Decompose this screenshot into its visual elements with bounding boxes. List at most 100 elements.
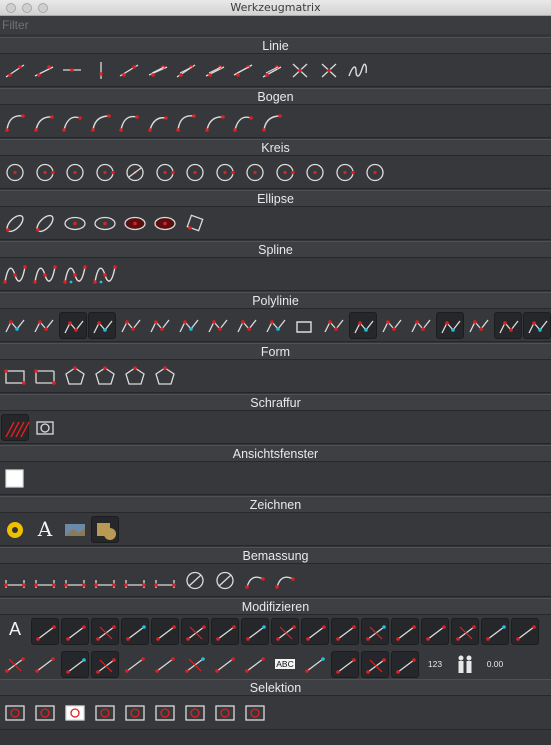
mod-divide-tool[interactable] (391, 618, 419, 645)
section-header-polylinie[interactable]: Polylinie (0, 292, 551, 309)
arc-fillet-tool[interactable] (258, 108, 286, 135)
section-header-ellipse[interactable]: Ellipse (0, 190, 551, 207)
mod-break-tool[interactable] (421, 618, 449, 645)
mod-move-tool[interactable] (31, 618, 59, 645)
mod-group-tool[interactable] (391, 651, 419, 678)
polyline-add-node-tool[interactable] (59, 312, 87, 339)
polyline-taper-tool[interactable] (407, 312, 435, 339)
ellipse-arc-tool[interactable] (31, 210, 59, 237)
line-angle-tool[interactable] (30, 57, 58, 84)
spline-fit-points-tool[interactable] (31, 261, 59, 288)
arc-tangential-tool[interactable] (87, 108, 115, 135)
circle-diameter-tool[interactable] (61, 159, 89, 186)
arc-angle-tool[interactable] (144, 108, 172, 135)
mod-decimal-tool[interactable]: 0.00 (481, 651, 509, 678)
select-layer-tool[interactable] (151, 699, 179, 726)
mod-arrange-tool[interactable] (361, 651, 389, 678)
polygon-two-corners-tool[interactable] (91, 363, 119, 390)
line-two-point-tool[interactable] (1, 57, 29, 84)
section-header-modifizieren[interactable]: Modifizieren (0, 598, 551, 615)
mod-paint-tool[interactable] (301, 651, 329, 678)
dim-aligned-tool[interactable] (1, 567, 29, 594)
circle-tangent-two-tool[interactable] (211, 159, 239, 186)
arc-concentric-tool[interactable] (58, 108, 86, 135)
line-bisector-tool[interactable] (115, 57, 143, 84)
dim-vertical-tool[interactable] (91, 567, 119, 594)
mod-explode-tool[interactable] (121, 651, 149, 678)
ellipse-four-point-tool[interactable] (91, 210, 119, 237)
section-header-schraffur[interactable]: Schraffur (0, 394, 551, 411)
polygon-center-corner-tool[interactable] (61, 363, 89, 390)
mod-bevel-tool[interactable] (151, 618, 179, 645)
select-contour-tool[interactable] (61, 699, 89, 726)
mod-join-tool[interactable] (211, 651, 239, 678)
circle-tangent-point-tool[interactable] (271, 159, 299, 186)
mod-cut-tool[interactable] (61, 651, 89, 678)
line-wave-tool[interactable] (343, 57, 371, 84)
section-header-linie[interactable]: Linie (0, 37, 551, 54)
filter-input[interactable] (0, 16, 551, 34)
ellipse-foci-tool[interactable] (151, 210, 179, 237)
mod-explode-text-tool[interactable] (241, 651, 269, 678)
section-header-bogen[interactable]: Bogen (0, 88, 551, 105)
spline-control-points-tool[interactable] (1, 261, 29, 288)
polyline-delete-node-tool[interactable] (117, 312, 145, 339)
circle-two-point-tool[interactable] (91, 159, 119, 186)
dim-diameter-tool[interactable] (211, 567, 239, 594)
polyline-reverse-tool[interactable] (465, 312, 493, 339)
mod-trim-tool[interactable] (331, 618, 359, 645)
polyline-segments-tool[interactable] (30, 312, 58, 339)
mod-stretch-tool[interactable] (271, 618, 299, 645)
section-header-selektion[interactable]: Selektion (0, 679, 551, 696)
arc-chord-tool[interactable] (115, 108, 143, 135)
circle-inscribed-tool[interactable] (361, 159, 389, 186)
arc-radius-tool[interactable] (172, 108, 200, 135)
circle-three-point-tool[interactable] (121, 159, 149, 186)
dim-angle-length-tool[interactable] (271, 567, 299, 594)
dim-leader-tool[interactable] (151, 567, 179, 594)
polyline-equidistant-tool[interactable] (204, 312, 232, 339)
mod-people-tool[interactable] (451, 651, 479, 678)
ellipse-inscribed-tool[interactable] (121, 210, 149, 237)
dim-horizontal-tool[interactable] (61, 567, 89, 594)
rectangle-rounded-tool[interactable] (31, 363, 59, 390)
line-parallel-through-tool[interactable] (172, 57, 200, 84)
circle-center-point-tool[interactable] (1, 159, 29, 186)
mod-break-between-tool[interactable] (151, 651, 179, 678)
polygon-center-tangent-tool[interactable] (121, 363, 149, 390)
mod-rotate-tool[interactable] (61, 618, 89, 645)
polyline-width-tool[interactable] (378, 312, 406, 339)
text-tool[interactable]: A (31, 516, 59, 543)
polyline-delete-between-tool[interactable] (146, 312, 174, 339)
polyline-explode-tool[interactable] (494, 312, 522, 339)
mod-trim-both-tool[interactable] (451, 618, 479, 645)
ellipse-center-tool[interactable] (61, 210, 89, 237)
dim-arc-tool[interactable] (241, 567, 269, 594)
section-header-zeichnen[interactable]: Zeichnen (0, 496, 551, 513)
line-orthogonal-tool[interactable] (258, 57, 286, 84)
circle-tangent-radius-tool[interactable] (301, 159, 329, 186)
polyline-node-tool[interactable] (523, 312, 551, 339)
arc-three-point-tool[interactable] (30, 108, 58, 135)
mod-extend-tool[interactable] (361, 618, 389, 645)
dim-ordinate-tool[interactable] (121, 567, 149, 594)
hatch-boundary-tool[interactable] (31, 414, 59, 441)
polyline-tangent-tool[interactable] (291, 312, 319, 339)
polyline-trim-tool[interactable] (175, 312, 203, 339)
circle-concentric-through-tool[interactable] (331, 159, 359, 186)
image-tool[interactable] (61, 516, 89, 543)
polyline-arrow-tool[interactable] (320, 312, 348, 339)
polyline-bulge-tool[interactable] (436, 312, 464, 339)
circle-tangent-one-tool[interactable] (181, 159, 209, 186)
circle-center-radius-tool[interactable] (31, 159, 59, 186)
spline-tangent-tool[interactable] (61, 261, 89, 288)
point-tool[interactable] (1, 516, 29, 543)
circle-tangent-three-tool[interactable] (241, 159, 269, 186)
line-tangent-circle-tool[interactable] (201, 57, 229, 84)
arc-center-tool[interactable] (1, 108, 29, 135)
hatch-tool[interactable] (1, 414, 30, 441)
mod-text-tool[interactable]: ABC (271, 651, 299, 678)
select-area-tool[interactable] (241, 699, 269, 726)
fill-tool[interactable] (91, 516, 119, 543)
dim-angular-tool[interactable] (31, 567, 59, 594)
